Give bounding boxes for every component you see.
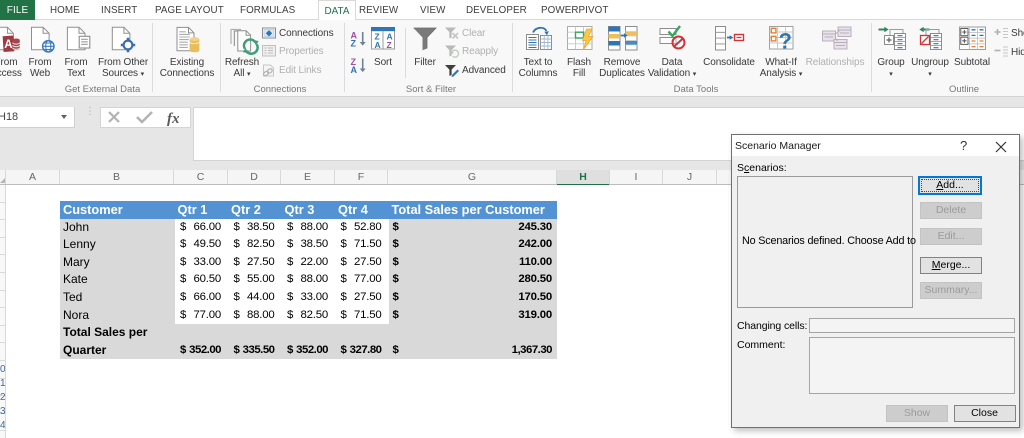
svg-text:Z: Z: [351, 39, 357, 49]
svg-text:A: A: [4, 39, 12, 51]
svg-text:fx: fx: [167, 111, 180, 127]
svg-text:A: A: [351, 65, 358, 75]
svg-text:?: ?: [779, 29, 792, 54]
svg-text:A: A: [375, 40, 381, 50]
svg-text:Z: Z: [387, 40, 392, 50]
